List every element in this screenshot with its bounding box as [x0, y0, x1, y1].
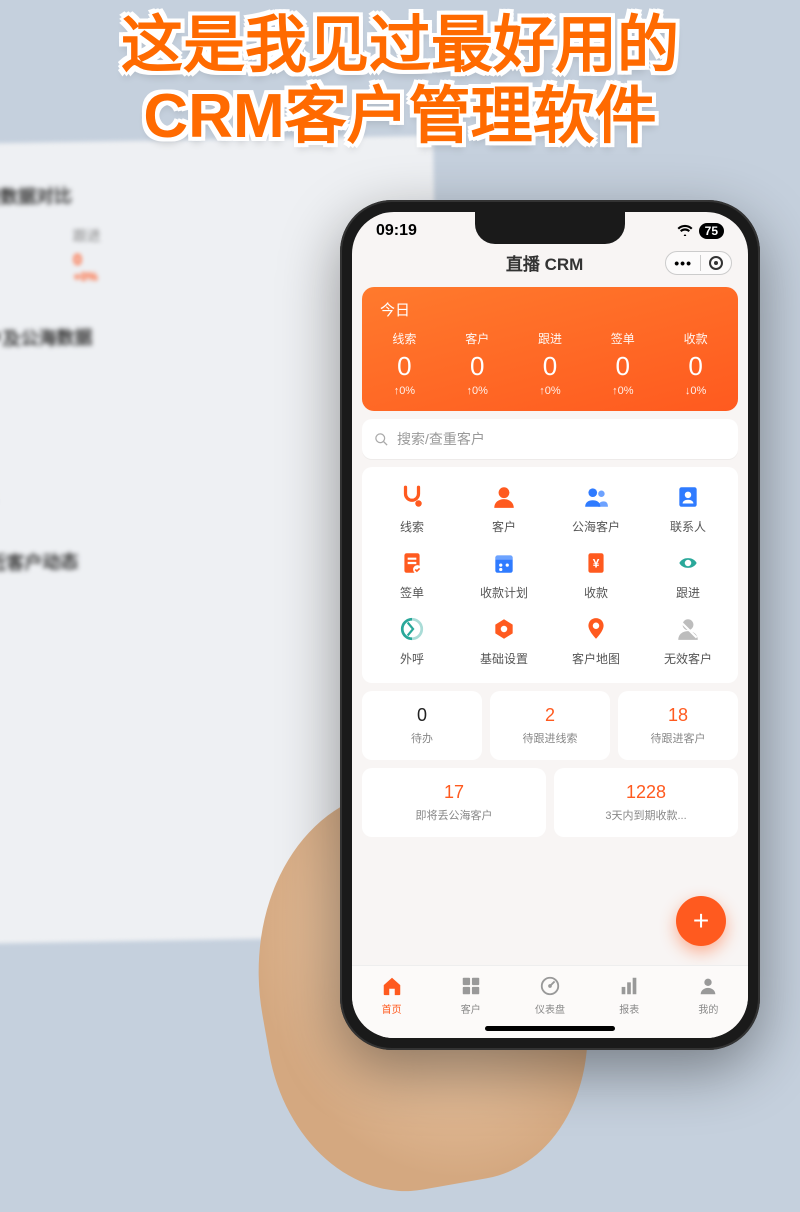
dashboard-icon — [538, 974, 562, 998]
tab-客户[interactable]: 客户 — [431, 974, 510, 1016]
summary-card-3天内到期收款...[interactable]: 1228 3天内到期收款... — [554, 768, 738, 837]
grid-item-客户[interactable]: 客户 — [458, 481, 550, 535]
more-icon[interactable]: ••• — [674, 255, 692, 271]
follow-icon — [672, 547, 704, 579]
customer-icon — [488, 481, 520, 513]
plan-icon — [488, 547, 520, 579]
grid-item-外呼[interactable]: 外呼 — [366, 613, 458, 667]
contact-icon — [672, 481, 704, 513]
app-header: 直播 CRM ••• — [352, 244, 748, 281]
grid-item-无效客户[interactable]: 无效客户 — [642, 613, 734, 667]
metric-线索[interactable]: 线索 0 ↑0% — [368, 330, 441, 397]
customers-icon — [459, 974, 483, 998]
wifi-icon — [677, 224, 693, 239]
lead-icon — [396, 481, 428, 513]
grid-item-联系人[interactable]: 联系人 — [642, 481, 734, 535]
metric-客户[interactable]: 客户 0 ↑0% — [441, 330, 514, 397]
home-indicator — [485, 1026, 615, 1031]
promo-overlay-text: 这是我见过最好用的 CRM客户管理软件 — [0, 10, 800, 153]
search-icon — [374, 432, 389, 447]
today-metrics-card[interactable]: 今日 线索 0 ↑0%客户 0 ↑0%跟进 0 ↑0%签单 0 ↑0%收款 0 … — [362, 287, 738, 411]
invalid-icon — [672, 613, 704, 645]
notch — [475, 212, 625, 244]
miniprogram-capsule[interactable]: ••• — [665, 251, 732, 275]
grid-item-收款[interactable]: ¥ 收款 — [550, 547, 642, 601]
feature-grid: 线索 客户 公海客户 联系人 签单 收款计划¥ 收款 跟进 外呼 基础设置 客户… — [362, 467, 738, 683]
me-icon — [696, 974, 720, 998]
sign-icon — [396, 547, 428, 579]
search-placeholder: 搜索/查重客户 — [397, 429, 485, 449]
grid-item-公海客户[interactable]: 公海客户 — [550, 481, 642, 535]
phone-screen: 09:19 75 直播 CRM ••• 今日 线索 0 ↑0%客户 0 ↑0%跟… — [352, 212, 748, 1038]
period-tab[interactable]: 今日 — [368, 299, 732, 320]
close-target-icon[interactable] — [709, 256, 723, 270]
bg-section-heading: 新增数据对比 — [0, 176, 404, 210]
metric-跟进[interactable]: 跟进 0 ↑0% — [514, 330, 587, 397]
summary-card-待跟进线索[interactable]: 2 待跟进线索 — [490, 691, 610, 760]
tab-我的[interactable]: 我的 — [669, 974, 748, 1016]
map-icon — [580, 613, 612, 645]
metric-签单[interactable]: 签单 0 ↑0% — [586, 330, 659, 397]
settings-icon — [488, 613, 520, 645]
summary-cards: 0 待办2 待跟进线索18 待跟进客户 17 即将丢公海客户1228 3天内到期收… — [362, 691, 738, 837]
receipt-icon: ¥ — [580, 547, 612, 579]
summary-card-即将丢公海客户[interactable]: 17 即将丢公海客户 — [362, 768, 546, 837]
call-icon — [396, 613, 428, 645]
summary-card-待办[interactable]: 0 待办 — [362, 691, 482, 760]
grid-item-签单[interactable]: 签单 — [366, 547, 458, 601]
svg-text:¥: ¥ — [593, 556, 600, 570]
summary-card-待跟进客户[interactable]: 18 待跟进客户 — [618, 691, 738, 760]
report-icon — [617, 974, 641, 998]
tab-首页[interactable]: 首页 — [352, 974, 431, 1016]
plus-icon: + — [693, 905, 709, 937]
phone-frame: 09:19 75 直播 CRM ••• 今日 线索 0 ↑0%客户 0 ↑0%跟… — [340, 200, 760, 1050]
app-title: 直播 CRM — [424, 250, 665, 275]
pool-icon — [580, 481, 612, 513]
metric-收款[interactable]: 收款 0 ↓0% — [659, 330, 732, 397]
add-fab[interactable]: + — [676, 896, 726, 946]
grid-item-收款计划[interactable]: 收款计划 — [458, 547, 550, 601]
battery-indicator: 75 — [699, 223, 724, 239]
tab-仪表盘[interactable]: 仪表盘 — [510, 974, 589, 1016]
grid-item-客户地图[interactable]: 客户地图 — [550, 613, 642, 667]
grid-item-线索[interactable]: 线索 — [366, 481, 458, 535]
home-icon — [380, 974, 404, 998]
search-input[interactable]: 搜索/查重客户 — [362, 419, 738, 459]
grid-item-基础设置[interactable]: 基础设置 — [458, 613, 550, 667]
status-time: 09:19 — [376, 222, 417, 240]
grid-item-跟进[interactable]: 跟进 — [642, 547, 734, 601]
tab-报表[interactable]: 报表 — [590, 974, 669, 1016]
